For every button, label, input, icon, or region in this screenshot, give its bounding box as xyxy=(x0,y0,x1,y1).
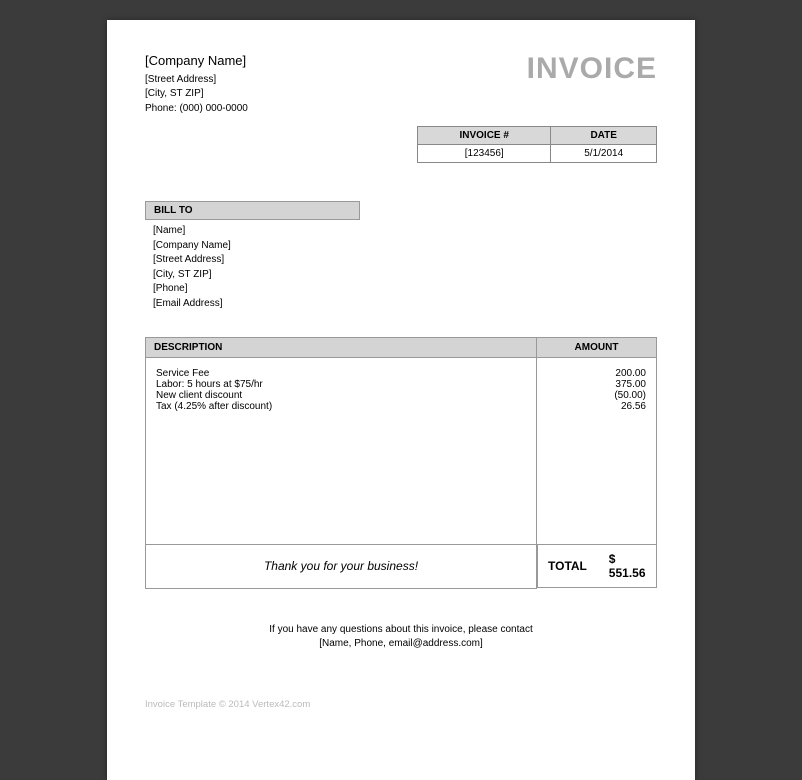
invoice-title: INVOICE xyxy=(527,52,657,86)
total-row: Thank you for your business! TOTAL $ 551… xyxy=(146,544,657,588)
footer-contact: If you have any questions about this inv… xyxy=(145,623,657,651)
company-phone: Phone: (000) 000-0000 xyxy=(145,102,248,117)
total-label: TOTAL xyxy=(538,545,599,588)
amount-column-header: AMOUNT xyxy=(537,338,657,358)
item-amount: 375.00 xyxy=(537,379,657,390)
item-description: New client discount xyxy=(146,390,537,401)
company-name: [Company Name] xyxy=(145,52,248,71)
bill-to-lines: [Name] [Company Name] [Street Address] [… xyxy=(145,220,657,311)
table-row: Service Fee 200.00 xyxy=(146,358,657,380)
footer-line1: If you have any questions about this inv… xyxy=(145,623,657,637)
bill-to-name: [Name] xyxy=(153,224,657,239)
thank-you-text: Thank you for your business! xyxy=(146,544,537,588)
invoice-meta-table: INVOICE # DATE [123456] 5/1/2014 xyxy=(417,126,657,163)
bill-to-email: [Email Address] xyxy=(153,297,657,312)
currency-symbol: $ xyxy=(609,552,616,566)
item-amount: (50.00) xyxy=(537,390,657,401)
bill-to-header: BILL TO xyxy=(145,201,360,220)
bill-to-street: [Street Address] xyxy=(153,253,657,268)
company-block: [Company Name] [Street Address] [City, S… xyxy=(145,52,248,116)
copyright-text: Invoice Template © 2014 Vertex42.com xyxy=(145,699,657,710)
bill-to-section: BILL TO [Name] [Company Name] [Street Ad… xyxy=(145,201,657,311)
line-items-table: DESCRIPTION AMOUNT Service Fee 200.00 La… xyxy=(145,337,657,589)
header-row: [Company Name] [Street Address] [City, S… xyxy=(145,52,657,116)
company-street: [Street Address] xyxy=(145,73,248,88)
bill-to-company: [Company Name] xyxy=(153,239,657,254)
table-row: Tax (4.25% after discount) 26.56 xyxy=(146,401,657,412)
item-amount: 26.56 xyxy=(537,401,657,412)
table-row: Labor: 5 hours at $75/hr 375.00 xyxy=(146,379,657,390)
item-description: Tax (4.25% after discount) xyxy=(146,401,537,412)
footer-line2: [Name, Phone, email@address.com] xyxy=(145,637,657,651)
invoice-page: [Company Name] [Street Address] [City, S… xyxy=(107,20,695,780)
description-column-header: DESCRIPTION xyxy=(146,338,537,358)
item-description: Service Fee xyxy=(146,358,537,380)
total-amount: 551.56 xyxy=(609,566,646,580)
item-amount: 200.00 xyxy=(537,358,657,380)
table-row: New client discount (50.00) xyxy=(146,390,657,401)
bill-to-city: [City, ST ZIP] xyxy=(153,268,657,283)
invoice-date-header: DATE xyxy=(551,127,657,145)
total-amount-cell: $ 551.56 xyxy=(599,545,656,588)
table-filler xyxy=(146,412,657,544)
item-description: Labor: 5 hours at $75/hr xyxy=(146,379,537,390)
invoice-number-value: [123456] xyxy=(418,145,551,163)
invoice-number-header: INVOICE # xyxy=(418,127,551,145)
invoice-date-value: 5/1/2014 xyxy=(551,145,657,163)
bill-to-phone: [Phone] xyxy=(153,282,657,297)
company-city: [City, ST ZIP] xyxy=(145,87,248,102)
